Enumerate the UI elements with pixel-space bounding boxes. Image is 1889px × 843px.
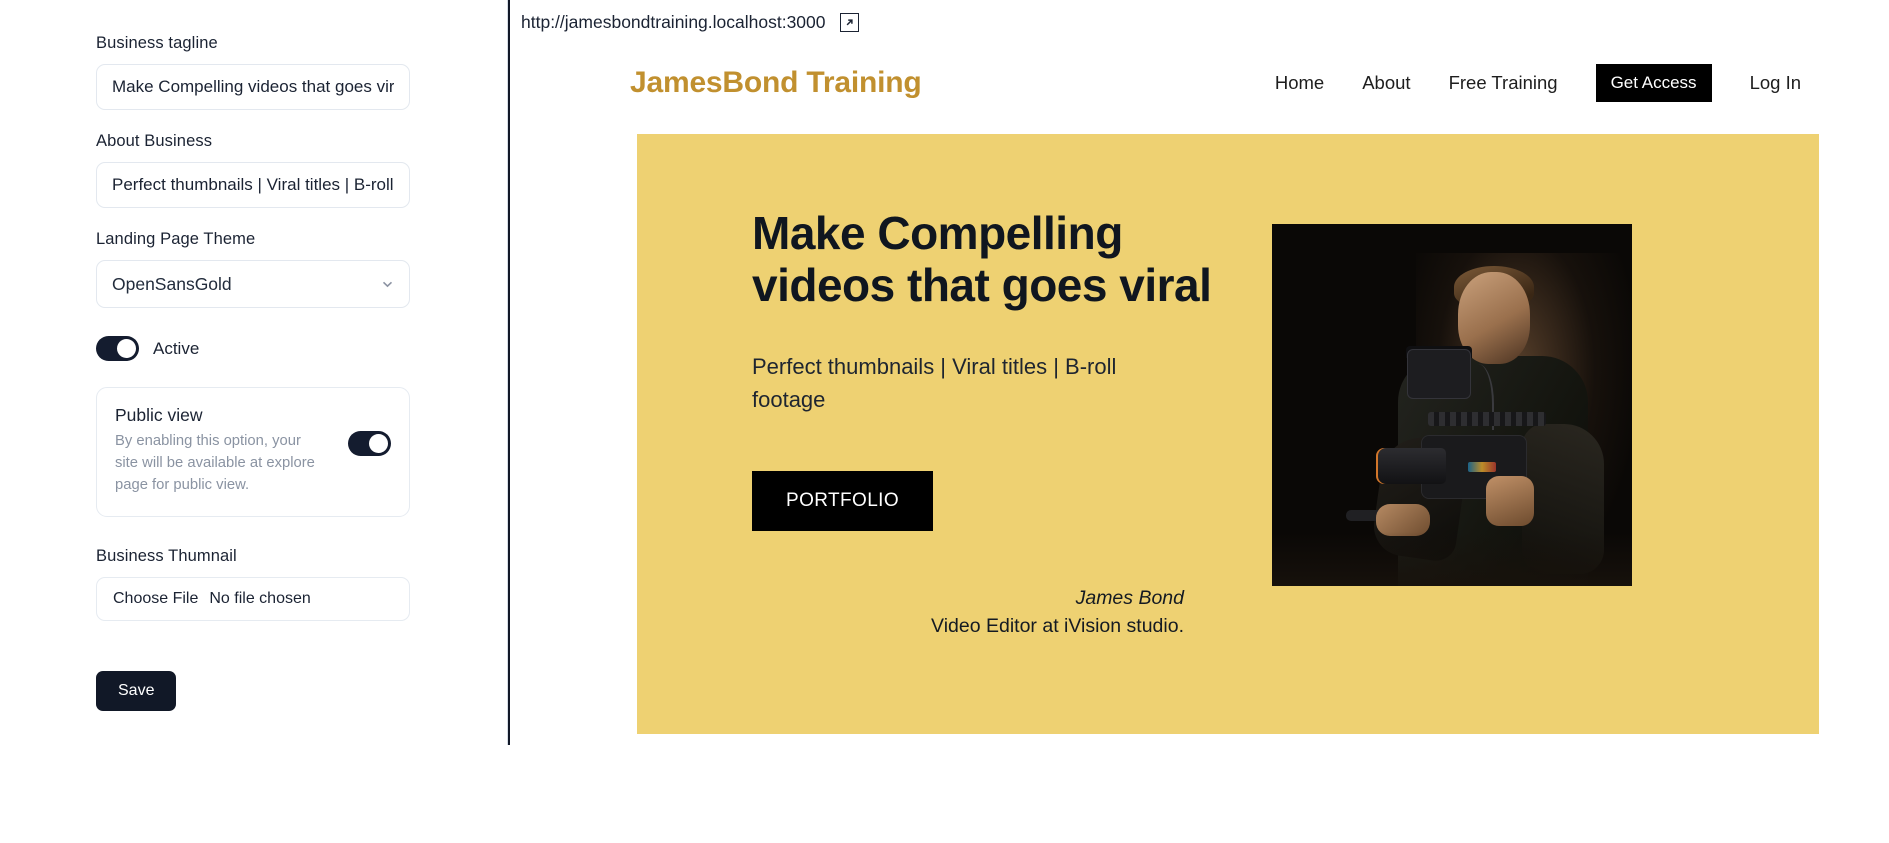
landing-page-editor-panel: Business tagline About Business Landing … <box>0 0 508 745</box>
nav-item-home[interactable]: Home <box>1275 72 1324 94</box>
preview-url-text[interactable]: http://jamesbondtraining.localhost:3000 <box>521 12 826 33</box>
hero-author-name: James Bond <box>1075 587 1184 610</box>
public-view-toggle[interactable] <box>348 431 391 456</box>
theme-select[interactable]: OpenSansGold <box>96 260 410 308</box>
about-business-input[interactable] <box>96 162 410 208</box>
save-button[interactable]: Save <box>96 670 177 711</box>
business-thumbnail-label: Business Thumnail <box>96 546 237 565</box>
field-about-business: About Business <box>96 132 507 208</box>
app-root: Business tagline About Business Landing … <box>0 0 1889 843</box>
field-business-tagline: Business tagline <box>96 34 507 110</box>
active-toggle-label: Active <box>153 338 200 358</box>
site-navbar: JamesBond Training Home About Free Train… <box>510 44 1889 122</box>
field-landing-page-theme: Landing Page Theme OpenSansGold <box>96 230 507 308</box>
hero-subtitle: Perfect thumbnails | Viral titles | B-ro… <box>752 354 1117 412</box>
public-view-toggle-knob <box>369 434 388 453</box>
hero-content: Make Compelling videos that goes viral P… <box>752 207 1232 638</box>
public-view-text: Public view By enabling this option, you… <box>115 405 338 497</box>
choose-file-button[interactable]: Choose File <box>113 590 198 608</box>
nav-item-about[interactable]: About <box>1362 72 1410 94</box>
active-toggle[interactable] <box>96 336 139 361</box>
theme-select-value: OpenSansGold <box>112 273 232 294</box>
business-tagline-input[interactable] <box>96 64 410 110</box>
site-brand-logo[interactable]: JamesBond Training <box>630 66 922 100</box>
public-view-card: Public view By enabling this option, you… <box>96 387 410 517</box>
preview-site: JamesBond Training Home About Free Train… <box>510 44 1889 734</box>
external-link-icon[interactable] <box>839 12 859 32</box>
site-nav-links: Home About Free Training Get Access Log … <box>1275 64 1801 102</box>
videographer-photo <box>1272 224 1632 586</box>
site-preview-panel: http://jamesbondtraining.localhost:3000 … <box>508 0 1889 745</box>
hero-title: Make Compelling videos that goes viral <box>752 207 1212 311</box>
hero-section: Make Compelling videos that goes viral P… <box>637 134 1819 734</box>
hero-author-block: James Bond Video Editor at iVision studi… <box>752 587 1222 638</box>
nav-item-log-in[interactable]: Log In <box>1750 72 1801 94</box>
active-toggle-row: Active <box>96 336 507 361</box>
preview-url-bar: http://jamesbondtraining.localhost:3000 <box>510 0 1889 44</box>
theme-select-wrapper: OpenSansGold <box>96 260 410 308</box>
hero-image-column <box>1272 208 1632 586</box>
business-thumbnail-file-input[interactable]: Choose File No file chosen <box>96 576 410 621</box>
active-toggle-knob <box>117 339 136 358</box>
business-tagline-label: Business tagline <box>96 34 218 52</box>
hero-portfolio-button[interactable]: PORTFOLIO <box>752 471 934 532</box>
file-chosen-status: No file chosen <box>209 589 311 607</box>
hero-author-role: Video Editor at iVision studio. <box>931 615 1184 638</box>
public-view-title: Public view <box>115 405 203 425</box>
field-business-thumbnail: Business Thumnail Choose File No file ch… <box>96 547 507 621</box>
nav-item-free-training[interactable]: Free Training <box>1449 72 1558 94</box>
about-business-label: About Business <box>96 132 213 150</box>
landing-page-theme-label: Landing Page Theme <box>96 230 256 248</box>
public-view-description: By enabling this option, your site will … <box>115 433 315 493</box>
nav-get-access-button[interactable]: Get Access <box>1595 64 1712 102</box>
